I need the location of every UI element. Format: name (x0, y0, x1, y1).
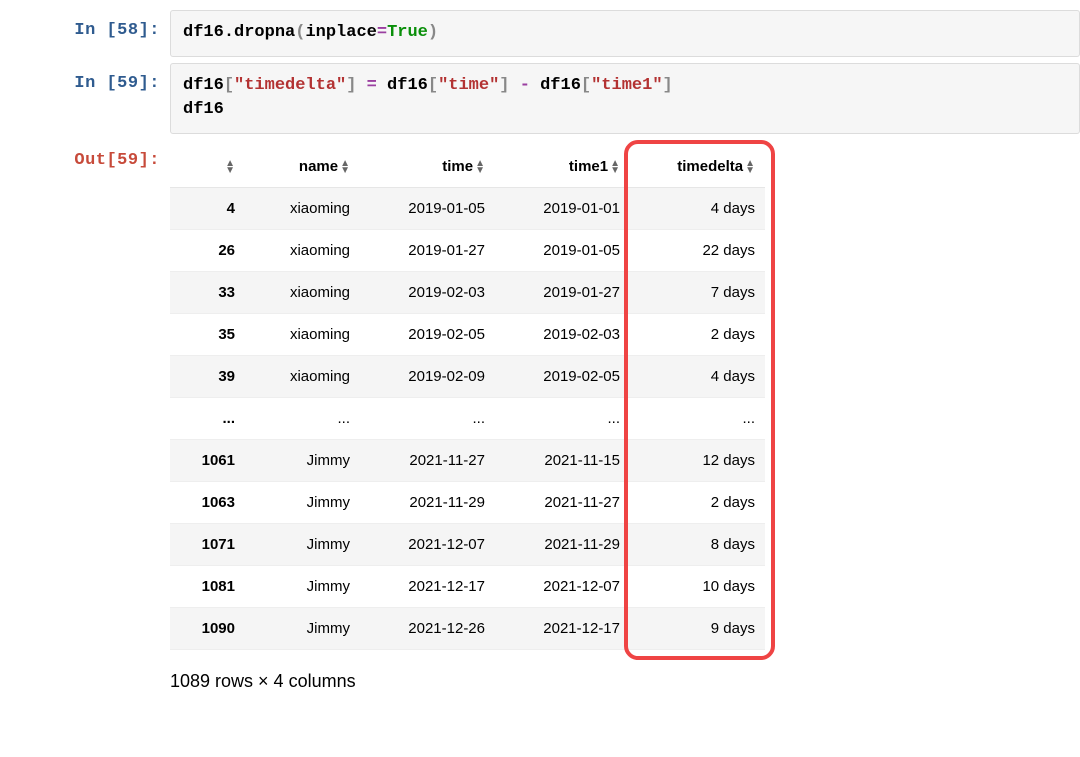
row-index: ... (170, 397, 245, 439)
cell-name: Jimmy (245, 481, 360, 523)
cell-timedelta: 2 days (630, 313, 765, 355)
table-row: 33xiaoming2019-02-032019-01-277 days (170, 271, 765, 313)
dataframe-table: ▲▼name▲▼time▲▼time1▲▼timedelta▲▼ 4xiaomi… (170, 146, 765, 650)
cell-time1: 2021-11-29 (495, 523, 630, 565)
cell-name: Jimmy (245, 523, 360, 565)
cell-time1: 2021-11-15 (495, 439, 630, 481)
table-body: 4xiaoming2019-01-052019-01-014 days26xia… (170, 187, 765, 649)
output-area: ▲▼name▲▼time▲▼time1▲▼timedelta▲▼ 4xiaomi… (170, 140, 1080, 692)
cell-timedelta: 4 days (630, 355, 765, 397)
cell-name: xiaoming (245, 313, 360, 355)
cell-time: 2019-02-03 (360, 271, 495, 313)
row-index: 1071 (170, 523, 245, 565)
sort-icon: ▲▼ (225, 160, 235, 174)
cell-timedelta: 7 days (630, 271, 765, 313)
column-header-label: time1 (569, 158, 608, 175)
cell-time1: 2019-02-03 (495, 313, 630, 355)
dataframe-wrapper: ▲▼name▲▼time▲▼time1▲▼timedelta▲▼ 4xiaomi… (170, 146, 765, 650)
row-index: 1081 (170, 565, 245, 607)
table-row: ............... (170, 397, 765, 439)
sort-icon: ▲▼ (610, 160, 620, 174)
cell-timedelta: 9 days (630, 607, 765, 649)
table-row: 39xiaoming2019-02-092019-02-054 days (170, 355, 765, 397)
cell-time1: 2019-01-27 (495, 271, 630, 313)
cell-time1: ... (495, 397, 630, 439)
cell-name: ... (245, 397, 360, 439)
cell-timedelta: 8 days (630, 523, 765, 565)
cell-name: Jimmy (245, 607, 360, 649)
cell-time: 2021-12-26 (360, 607, 495, 649)
cell-timedelta: 2 days (630, 481, 765, 523)
column-header-time1[interactable]: time1▲▼ (495, 146, 630, 188)
prompt-in-59: In [59]: (10, 63, 170, 95)
row-index: 1063 (170, 481, 245, 523)
prompt-out-59: Out[59]: (10, 140, 170, 172)
cell-time: 2019-01-05 (360, 187, 495, 229)
table-row: 26xiaoming2019-01-272019-01-0522 days (170, 229, 765, 271)
column-header-label: name (299, 158, 338, 175)
cell-time1: 2019-02-05 (495, 355, 630, 397)
sort-icon: ▲▼ (475, 160, 485, 174)
cell-name: xiaoming (245, 271, 360, 313)
cell-time1: 2019-01-01 (495, 187, 630, 229)
cell-timedelta: 10 days (630, 565, 765, 607)
row-index: 33 (170, 271, 245, 313)
notebook: In [58]: df16.dropna(inplace=True) In [5… (10, 10, 1080, 692)
prompt-in-58: In [58]: (10, 10, 170, 42)
cell-in-58: In [58]: df16.dropna(inplace=True) (10, 10, 1080, 57)
cell-time: 2021-12-07 (360, 523, 495, 565)
dataframe-summary: 1089 rows × 4 columns (170, 671, 1080, 692)
column-header-time[interactable]: time▲▼ (360, 146, 495, 188)
row-index: 39 (170, 355, 245, 397)
cell-name: xiaoming (245, 229, 360, 271)
row-index: 35 (170, 313, 245, 355)
cell-time: ... (360, 397, 495, 439)
cell-timedelta: 22 days (630, 229, 765, 271)
sort-icon: ▲▼ (745, 160, 755, 174)
cell-out-59: Out[59]: ▲▼name▲▼time▲▼time1▲▼timedelta▲… (10, 140, 1080, 692)
column-header-label: timedelta (677, 158, 743, 175)
row-index: 1090 (170, 607, 245, 649)
cell-time1: 2021-12-07 (495, 565, 630, 607)
sort-icon: ▲▼ (340, 160, 350, 174)
cell-timedelta: 4 days (630, 187, 765, 229)
cell-in-59: In [59]: df16["timedelta"] = df16["time"… (10, 63, 1080, 134)
column-header-name[interactable]: name▲▼ (245, 146, 360, 188)
cell-time: 2019-02-05 (360, 313, 495, 355)
row-index: 4 (170, 187, 245, 229)
cell-timedelta: 12 days (630, 439, 765, 481)
table-row: 35xiaoming2019-02-052019-02-032 days (170, 313, 765, 355)
table-row: 1061Jimmy2021-11-272021-11-1512 days (170, 439, 765, 481)
code-in-58[interactable]: df16.dropna(inplace=True) (170, 10, 1080, 57)
cell-time1: 2021-12-17 (495, 607, 630, 649)
cell-time1: 2019-01-05 (495, 229, 630, 271)
cell-name: xiaoming (245, 187, 360, 229)
table-row: 1081Jimmy2021-12-172021-12-0710 days (170, 565, 765, 607)
code-in-59[interactable]: df16["timedelta"] = df16["time"] - df16[… (170, 63, 1080, 134)
cell-name: xiaoming (245, 355, 360, 397)
table-header: ▲▼name▲▼time▲▼time1▲▼timedelta▲▼ (170, 146, 765, 188)
table-row: 1063Jimmy2021-11-292021-11-272 days (170, 481, 765, 523)
cell-time: 2021-11-27 (360, 439, 495, 481)
cell-name: Jimmy (245, 439, 360, 481)
row-index: 1061 (170, 439, 245, 481)
cell-time: 2019-01-27 (360, 229, 495, 271)
column-header-index[interactable]: ▲▼ (170, 146, 245, 188)
cell-time: 2019-02-09 (360, 355, 495, 397)
column-header-label: time (442, 158, 473, 175)
column-header-timedelta[interactable]: timedelta▲▼ (630, 146, 765, 188)
table-row: 1071Jimmy2021-12-072021-11-298 days (170, 523, 765, 565)
cell-time1: 2021-11-27 (495, 481, 630, 523)
cell-name: Jimmy (245, 565, 360, 607)
row-index: 26 (170, 229, 245, 271)
cell-time: 2021-12-17 (360, 565, 495, 607)
cell-time: 2021-11-29 (360, 481, 495, 523)
table-row: 1090Jimmy2021-12-262021-12-179 days (170, 607, 765, 649)
table-row: 4xiaoming2019-01-052019-01-014 days (170, 187, 765, 229)
cell-timedelta: ... (630, 397, 765, 439)
